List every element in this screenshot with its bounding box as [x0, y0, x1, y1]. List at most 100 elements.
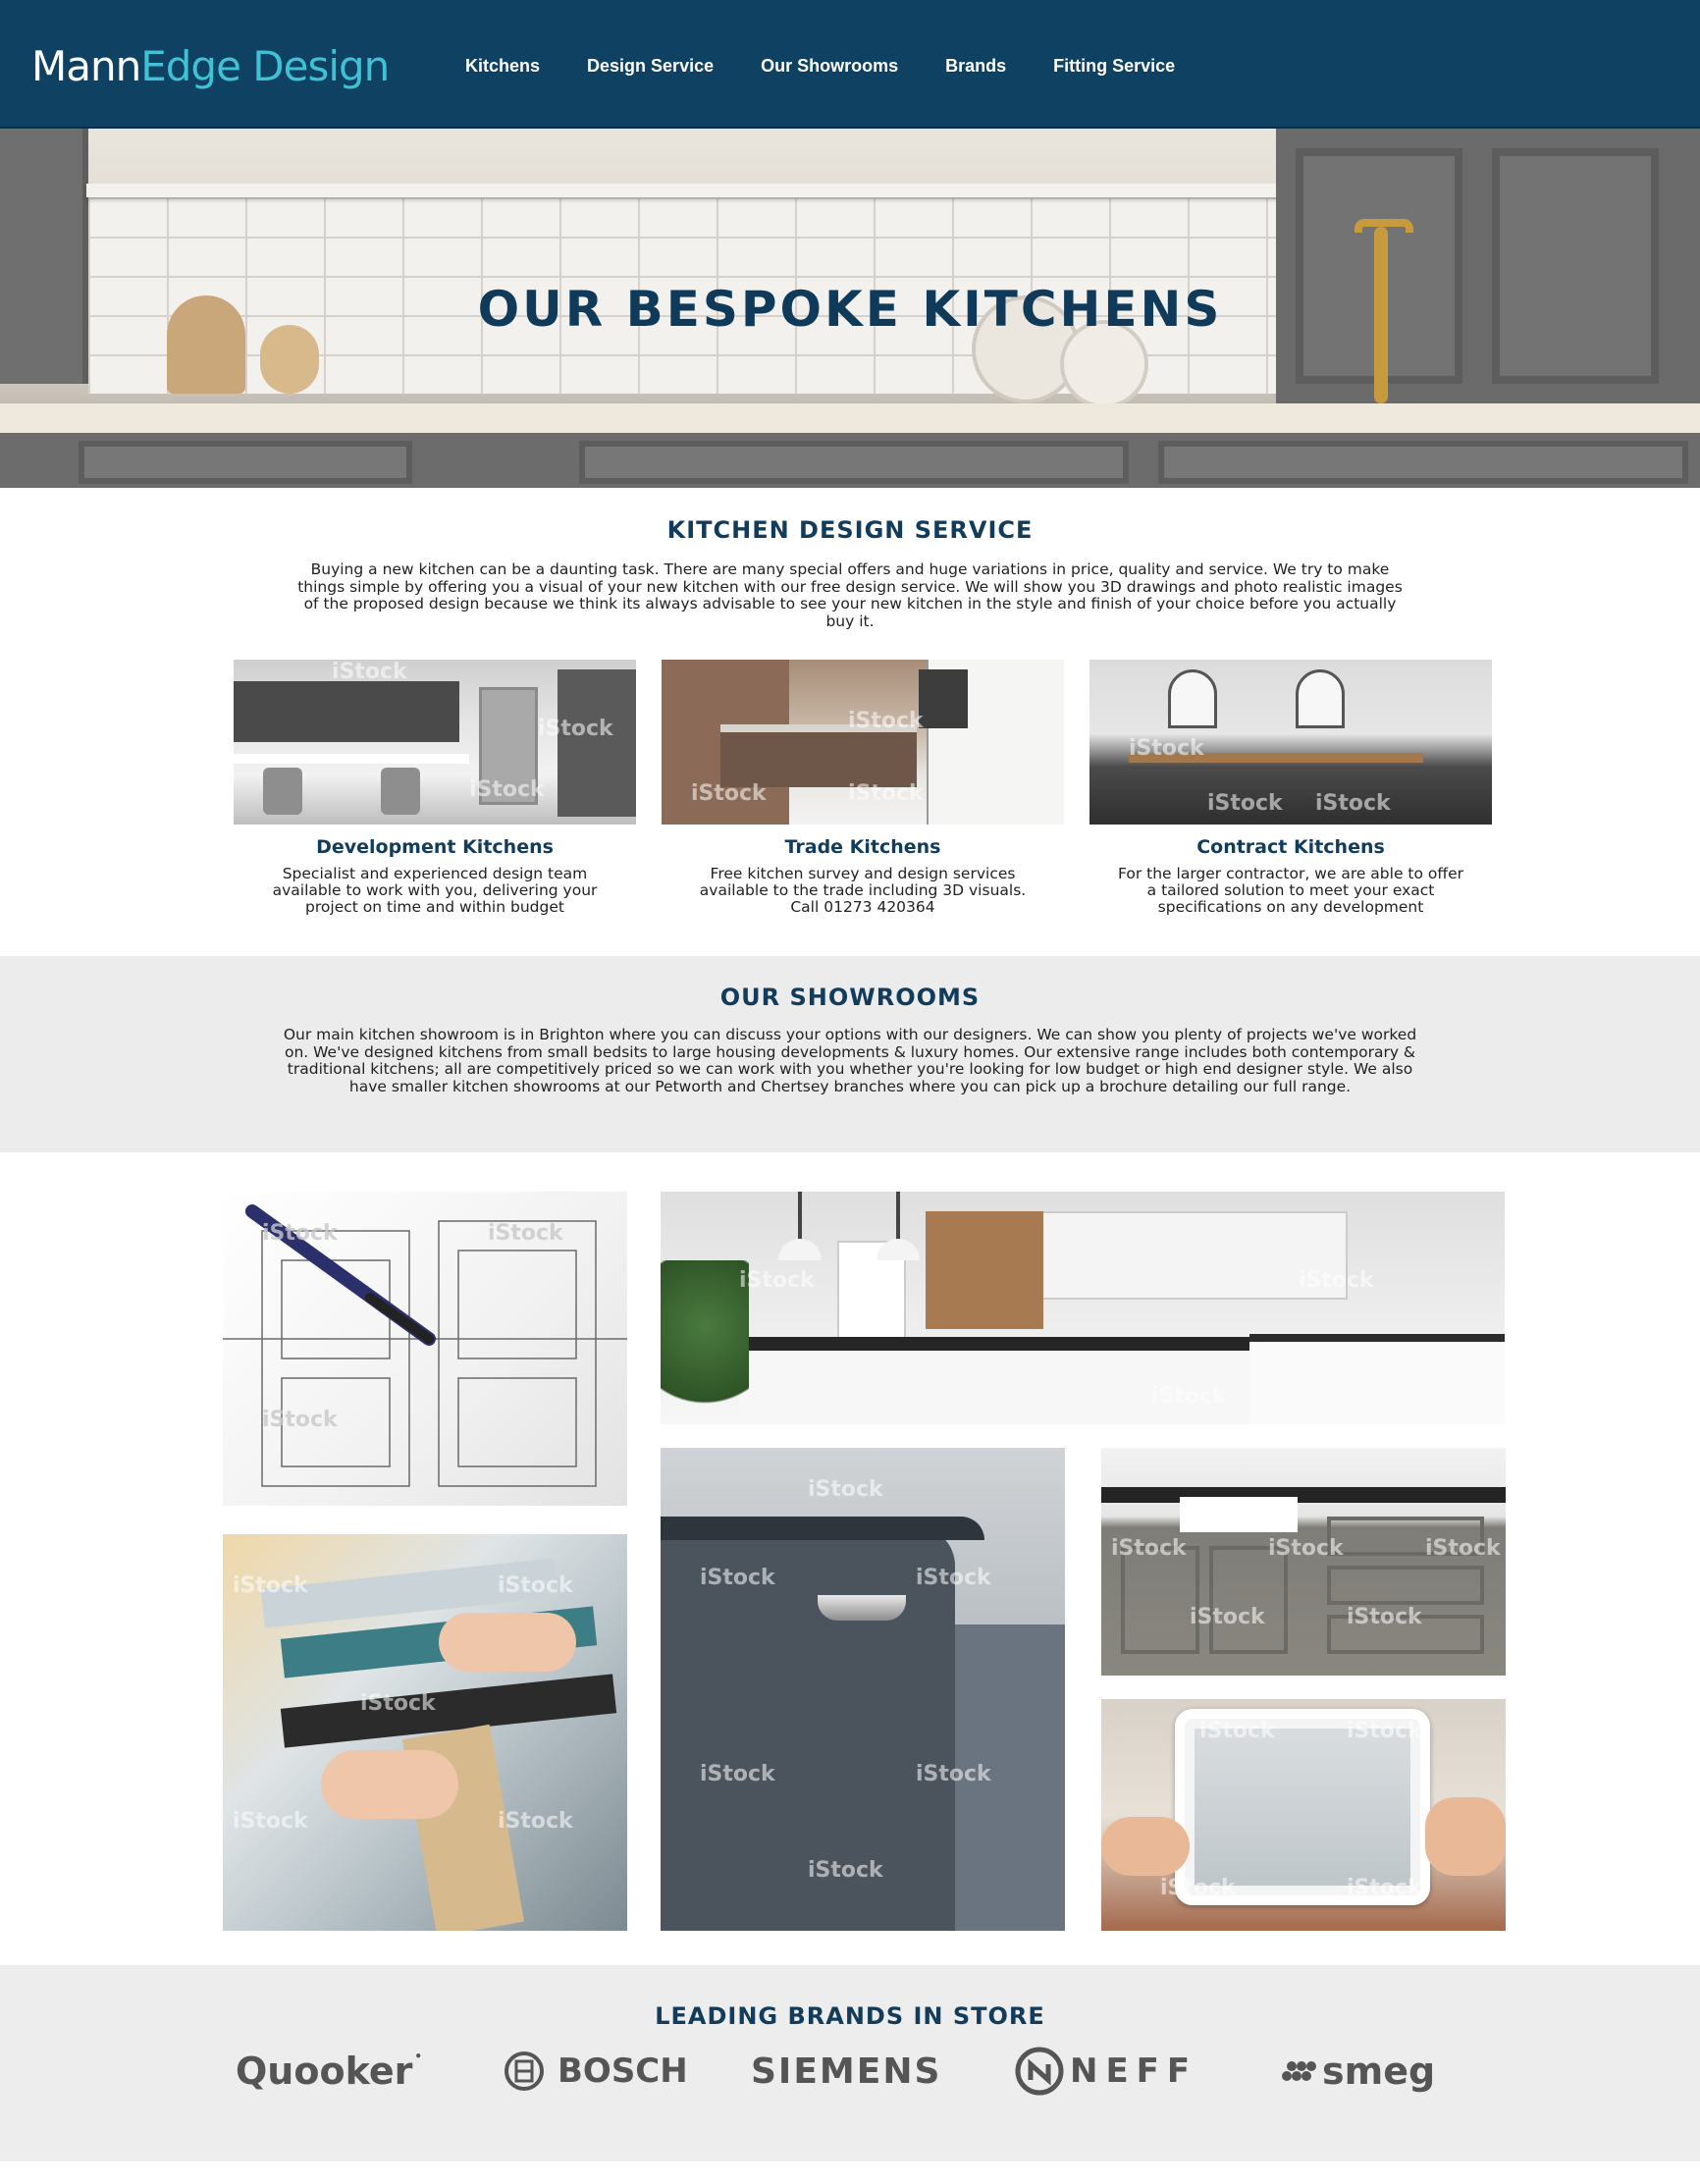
- watermark: iStock: [916, 1762, 991, 1786]
- showrooms-line: on. We've designed kitchens from small b…: [284, 1042, 1416, 1061]
- hero-title: OUR BESPOKE KITCHENS: [477, 281, 1223, 338]
- card-line: Specialist and experienced design team: [282, 865, 588, 882]
- gallery-tablet-design-image[interactable]: iStock iStock iStock iStock: [1101, 1699, 1506, 1931]
- main-nav: Kitchens Design Service Our Showrooms Br…: [442, 49, 1198, 82]
- showrooms-line: Our main kitchen showroom is in Brighton…: [283, 1026, 1417, 1043]
- hero-drawer: [1158, 441, 1688, 484]
- watermark: iStock: [1129, 736, 1204, 761]
- drawer: [1327, 1566, 1484, 1605]
- gallery-sketch-image[interactable]: iStock iStock iStock: [223, 1192, 627, 1506]
- watermark: iStock: [1347, 1605, 1422, 1629]
- hand: [439, 1613, 576, 1672]
- worktop: [1249, 1334, 1505, 1342]
- watermark: iStock: [848, 709, 924, 733]
- window-blind: [919, 669, 968, 728]
- brand-quooker-logo[interactable]: Quooker •: [236, 2050, 422, 2093]
- card-title-development[interactable]: Development Kitchens: [229, 836, 641, 858]
- hand: [1101, 1817, 1190, 1876]
- black-worktop: [1101, 1487, 1506, 1503]
- watermark: iStock: [332, 660, 407, 684]
- design-service-intro: Buying a new kitchen can be a daunting t…: [232, 560, 1468, 630]
- watermark: iStock: [848, 781, 924, 806]
- gallery-white-kitchen-image[interactable]: iStock iStock iStock: [661, 1192, 1505, 1424]
- watermark: iStock: [1347, 1719, 1422, 1743]
- watermark: iStock: [1151, 1384, 1227, 1409]
- trade-kitchens-image[interactable]: iStock iStock iStock: [662, 660, 1064, 825]
- watermark: iStock: [1425, 1536, 1501, 1561]
- island: [720, 728, 917, 787]
- intro-line: Buying a new kitchen can be a daunting t…: [310, 560, 1390, 578]
- watermark: iStock: [498, 1573, 573, 1598]
- brand-quooker-name: Quooker: [236, 2050, 413, 2093]
- watermark: iStock: [488, 1221, 563, 1246]
- nav-kitchens[interactable]: Kitchens: [442, 49, 563, 82]
- brand-neff-logo[interactable]: NEFF: [1013, 2047, 1198, 2096]
- chair: [381, 768, 420, 815]
- watermark: iStock: [262, 1221, 338, 1246]
- intro-line: things simple by offering you a visual o…: [297, 577, 1403, 596]
- watermark: iStock: [233, 1573, 308, 1598]
- watermark: iStock: [262, 1408, 338, 1432]
- showrooms-line: have smaller kitchen showrooms at our Pe…: [348, 1077, 1352, 1095]
- watermark: iStock: [498, 1809, 573, 1834]
- card-line: For the larger contractor, we are able t…: [1118, 865, 1463, 882]
- belfast-sink: [1180, 1497, 1298, 1532]
- showrooms-line: traditional kitchens; all are competitiv…: [287, 1060, 1413, 1078]
- brand-bosch-logo[interactable]: BOSCH: [503, 2050, 688, 2093]
- card-line: Call 01273 420364: [790, 898, 935, 916]
- card-line: a tailored solution to meet your exact: [1146, 881, 1435, 899]
- brand-neff-name: NEFF: [1070, 2051, 1198, 2091]
- cupboard-door: [1209, 1546, 1288, 1654]
- development-kitchens-image[interactable]: iStock iStock iStock: [234, 660, 636, 825]
- watermark: iStock: [1160, 1876, 1236, 1900]
- hero-banner: OUR BESPOKE KITCHENS: [0, 129, 1700, 488]
- card-text-development: Specialist and experienced design team a…: [229, 866, 641, 916]
- watermark: iStock: [700, 1566, 775, 1590]
- hand: [1425, 1797, 1506, 1876]
- showrooms-heading: OUR SHOWROOMS: [719, 984, 981, 1011]
- cupboard-door: [1121, 1546, 1199, 1654]
- hero-cabinet-right: [1276, 129, 1700, 403]
- watermark: iStock: [1299, 1268, 1374, 1293]
- gallery-samples-image[interactable]: iStock iStock iStock iStock iStock: [223, 1534, 627, 1931]
- watermark: iStock: [700, 1762, 775, 1786]
- watermark: iStock: [233, 1809, 308, 1834]
- watermark: iStock: [469, 777, 545, 802]
- nav-design-service[interactable]: Design Service: [563, 49, 737, 82]
- nav-fitting-service[interactable]: Fitting Service: [1030, 49, 1198, 82]
- marble-island-top: [739, 1337, 1249, 1351]
- brand-siemens-logo[interactable]: SIEMENS: [751, 2050, 941, 2093]
- watermark: iStock: [1315, 791, 1391, 816]
- card-line: project on time and within budget: [305, 898, 564, 916]
- logo[interactable]: MannEdge Design: [31, 37, 390, 96]
- contract-kitchens-image[interactable]: iStock iStock iStock: [1089, 660, 1492, 825]
- hero-base-units: [0, 433, 1700, 488]
- design-service-heading: KITCHEN DESIGN SERVICE: [666, 516, 1034, 544]
- watermark: iStock: [739, 1268, 815, 1293]
- neff-emblem-icon: [1015, 2047, 1064, 2096]
- hero-cabinet-door: [1492, 148, 1659, 384]
- card-text-trade: Free kitchen survey and design services …: [657, 866, 1069, 916]
- hand: [321, 1750, 458, 1819]
- pendant-lamp: [778, 1239, 822, 1260]
- intro-line: of the proposed design because we think …: [303, 595, 1397, 613]
- nav-brands[interactable]: Brands: [922, 49, 1030, 82]
- bosch-armature-icon: [505, 2051, 544, 2091]
- smeg-dots-icon: [1282, 2061, 1316, 2081]
- card-title-contract[interactable]: Contract Kitchens: [1085, 836, 1497, 858]
- registered-mark: •: [414, 2050, 423, 2063]
- brand-smeg-logo[interactable]: smeg: [1281, 2050, 1435, 2093]
- nav-our-showrooms[interactable]: Our Showrooms: [737, 49, 922, 82]
- brands-heading: LEADING BRANDS IN STORE: [655, 2002, 1045, 2030]
- gallery-grey-units-image[interactable]: iStock iStock iStock iStock iStock: [1101, 1448, 1506, 1676]
- watermark: iStock: [808, 1477, 883, 1502]
- card-line: available to work with you, delivering y…: [272, 881, 598, 899]
- card-title-trade[interactable]: Trade Kitchens: [657, 836, 1069, 858]
- hero-drawer: [579, 441, 1129, 484]
- watermark: iStock: [1190, 1605, 1265, 1629]
- pendant-cord: [896, 1192, 900, 1241]
- watermark: iStock: [1268, 1536, 1344, 1561]
- arched-window: [1168, 669, 1217, 728]
- gallery-cabinet-handle-image[interactable]: iStock iStock iStock iStock iStock iStoc…: [661, 1448, 1065, 1931]
- plant: [661, 1260, 749, 1424]
